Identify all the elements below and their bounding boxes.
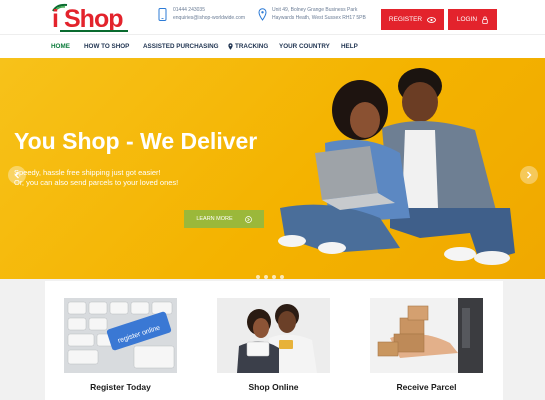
learn-more-button[interactable]: LEARN MORE (184, 210, 264, 228)
nav-item-assisted-purchasing[interactable]: ASSISTED PURCHASING (143, 43, 219, 50)
parcel-delivery-image (370, 298, 483, 373)
phone-number[interactable]: 01444 243035 (173, 6, 263, 14)
arrow-circle-icon (244, 215, 252, 223)
tracking-pin-icon (228, 43, 233, 50)
feature-card-shop[interactable]: Shop Online (217, 298, 330, 400)
address-line-1: Unit 49, Bolney Grange Business Park (272, 7, 358, 13)
chevron-right-icon (527, 171, 532, 179)
login-label: LOGIN (456, 16, 478, 23)
nav-item-how-to-shop[interactable]: HOW TO SHOP (84, 43, 129, 50)
feature-card-title: Register Today (90, 382, 151, 392)
features-panel: register online Register Today Shop Onli… (45, 281, 503, 400)
slider-prev-button[interactable] (8, 166, 26, 184)
logo-underline (60, 30, 128, 32)
hero-subtitle: Speedy, hassle free shipping just got ea… (14, 168, 178, 188)
feature-card-title: Receive Parcel (396, 382, 457, 392)
hero-subtitle-line-2: Or, you can also send parcels to your lo… (14, 178, 179, 187)
feature-card-receive[interactable]: Receive Parcel (370, 298, 483, 400)
keyboard-register-image: register online (64, 298, 177, 373)
login-button[interactable]: LOGIN (448, 9, 497, 30)
lock-icon (482, 16, 488, 24)
location-pin-icon (258, 8, 267, 21)
header: i Shop 01444 243035 enquiries@ishop-worl… (0, 0, 545, 34)
contact-phone-email: 01444 243035 enquiries@ishop-worldwide.c… (173, 6, 263, 22)
hero-subtitle-line-1: Speedy, hassle free shipping just got ea… (14, 168, 161, 177)
couple-shopping-image (217, 298, 330, 373)
main-navigation: HOME HOW TO SHOP ASSISTED PURCHASING TRA… (0, 34, 545, 58)
chevron-left-icon (14, 171, 19, 179)
contact-address: Unit 49, Bolney Grange Business Park Hay… (272, 6, 382, 22)
address-line-2: Haywards Heath, West Sussex RH17 5PB (272, 15, 366, 21)
nav-item-your-country[interactable]: YOUR COUNTRY (279, 43, 330, 50)
hero-title: You Shop - We Deliver (14, 128, 258, 154)
learn-more-label: LEARN MORE (196, 216, 233, 222)
ishop-logo[interactable]: i Shop (52, 3, 136, 33)
register-button[interactable]: REGISTER (381, 9, 444, 30)
phone-icon (158, 8, 167, 21)
nav-item-help[interactable]: HELP (341, 43, 358, 50)
register-label: REGISTER (388, 16, 423, 23)
hero-slider: You Shop - We Deliver Speedy, hassle fre… (0, 58, 545, 279)
nav-item-tracking[interactable]: TRACKING (235, 43, 268, 50)
hero-couple-photo (278, 68, 515, 265)
feature-card-register[interactable]: register online Register Today (64, 298, 177, 400)
logo-letter-i: i (52, 5, 59, 33)
eye-icon (427, 16, 437, 23)
nav-item-home[interactable]: HOME (51, 43, 70, 50)
email-address[interactable]: enquiries@ishop-worldwide.com (173, 14, 263, 22)
slider-next-button[interactable] (520, 166, 538, 184)
feature-card-title: Shop Online (248, 382, 299, 392)
